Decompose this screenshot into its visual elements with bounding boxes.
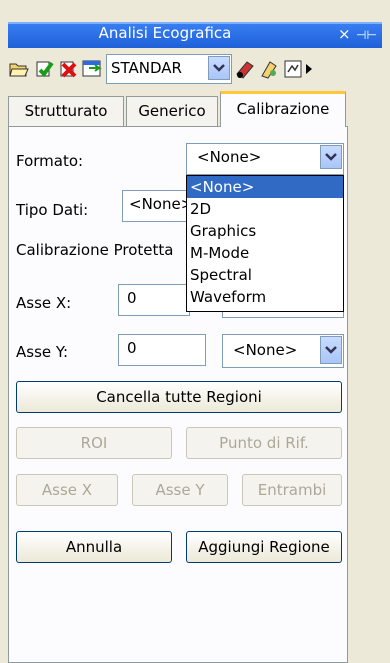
dropdown-option-none[interactable]: <None> <box>187 176 343 198</box>
tipo-dati-value: <None> <box>129 195 194 213</box>
chevron-down-icon[interactable] <box>208 56 230 80</box>
add-green-icon[interactable] <box>34 58 56 80</box>
asse-y-button[interactable]: Asse Y <box>132 474 228 506</box>
chevron-down-icon[interactable] <box>320 145 342 169</box>
cancella-tutte-regioni-button[interactable]: Cancella tutte Regioni <box>16 381 342 413</box>
calibrazione-protetta-label: Calibrazione Protetta <box>16 241 174 259</box>
formato-select[interactable]: <None> <box>186 143 344 175</box>
formato-value: <None> <box>197 148 262 166</box>
remove-red-icon[interactable] <box>58 58 80 80</box>
asse-y-label: Asse Y: <box>16 343 69 361</box>
more-icon[interactable] <box>304 58 314 80</box>
chevron-down-icon[interactable] <box>320 336 342 364</box>
entrambi-button[interactable]: Entrambi <box>242 474 342 506</box>
open-folder-icon[interactable] <box>8 58 30 80</box>
export-icon[interactable] <box>81 58 103 80</box>
tab-strutturato[interactable]: Strutturato <box>8 96 124 126</box>
tab-generico[interactable]: Generico <box>126 96 218 126</box>
close-icon[interactable]: × <box>338 25 351 43</box>
window-title: Analisi Ecografica <box>98 24 232 42</box>
tipo-dati-select[interactable]: <None> <box>122 190 196 222</box>
measure-icon[interactable] <box>234 58 256 80</box>
edit-icon[interactable] <box>283 58 305 80</box>
left-edge <box>0 0 8 663</box>
asse-x-button[interactable]: Asse X <box>16 474 118 506</box>
annulla-button[interactable]: Annulla <box>16 531 172 563</box>
punto-di-rif-button[interactable]: Punto di Rif. <box>186 427 342 459</box>
settings-icon[interactable] <box>258 58 280 80</box>
dropdown-option-waveform[interactable]: Waveform <box>187 286 343 308</box>
asse-y-input[interactable]: 0 <box>118 334 206 366</box>
asse-x-input[interactable]: 0 <box>118 284 190 316</box>
tab-calibrazione[interactable]: Calibrazione <box>220 91 346 127</box>
dropdown-option-2d[interactable]: 2D <box>187 198 343 220</box>
tipo-dati-label: Tipo Dati: <box>16 201 89 219</box>
asse-x-label: Asse X: <box>16 294 72 312</box>
dropdown-option-spectral[interactable]: Spectral <box>187 264 343 286</box>
formato-dropdown-list: <None> 2D Graphics M-Mode Spectral Wavef… <box>186 175 344 312</box>
preset-select[interactable]: STANDAR <box>106 54 232 84</box>
asse-y-unit-select[interactable]: <None> <box>222 334 344 368</box>
roi-button[interactable]: ROI <box>16 427 172 459</box>
pin-icon[interactable]: ⊣⊢ <box>356 28 377 42</box>
app-window: Analisi Ecografica × ⊣⊢ STANDAR Struttur… <box>0 0 390 663</box>
aggiungi-regione-button[interactable]: Aggiungi Regione <box>186 531 342 563</box>
preset-value: STANDAR <box>111 59 182 77</box>
formato-label: Formato: <box>16 152 84 170</box>
dropdown-option-m-mode[interactable]: M-Mode <box>187 242 343 264</box>
asse-y-unit-value: <None> <box>233 341 298 359</box>
dropdown-option-graphics[interactable]: Graphics <box>187 220 343 242</box>
